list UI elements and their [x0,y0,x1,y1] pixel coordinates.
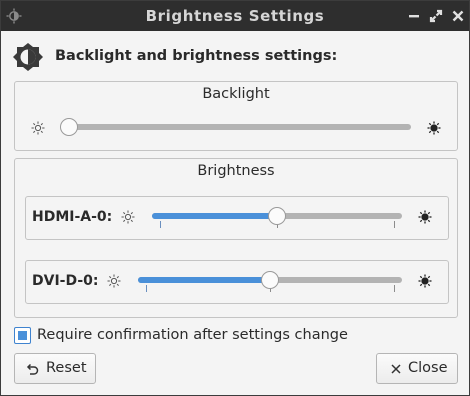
settings-heading: Backlight and brightness settings: [55,48,338,64]
output-row-dvi: DVI-D-0: [25,260,449,304]
confirmation-option[interactable]: Require confirmation after settings chan… [14,326,454,346]
confirmation-label[interactable]: Require confirmation after settings chan… [37,327,348,343]
slider-tick [394,221,395,228]
reset-button[interactable]: Reset [14,353,96,384]
checkbox-mark [18,331,27,340]
sun-high-icon [418,274,432,288]
close-window-icon[interactable] [449,7,467,25]
maximize-icon[interactable] [427,7,445,25]
window-title: Brightness Settings [145,7,325,25]
output-label: DVI-D-0: [32,273,99,289]
dvi-brightness-slider[interactable] [138,271,402,292]
output-label: HDMI-A-0: [32,209,113,225]
confirmation-checkbox[interactable] [14,327,31,344]
brightness-settings-window: Brightness Settings Backlight and bright… [0,0,470,396]
sun-high-icon [418,210,432,224]
reset-button-label: Reset [46,360,87,376]
undo-icon [26,363,39,375]
sun-low-icon [31,121,45,135]
close-icon [391,364,401,374]
settings-header: Backlight and brightness settings: [13,43,453,71]
backlight-frame: Backlight [14,81,458,151]
output-row-hdmi: HDMI-A-0: [25,196,449,240]
sun-high-icon [427,121,441,135]
minimize-icon[interactable] [405,7,423,25]
dvi-slider-handle[interactable] [261,271,279,289]
slider-tick [394,285,395,292]
brightness-icon [13,43,43,71]
backlight-slider[interactable] [60,118,411,136]
hdmi-slider-handle[interactable] [268,207,286,225]
hdmi-brightness-slider[interactable] [152,207,402,228]
backlight-slider-handle[interactable] [60,118,78,136]
hdmi-slider-fill [152,213,277,219]
dvi-slider-fill [138,277,270,283]
titlebar[interactable]: Brightness Settings [1,1,469,31]
brightness-frame: Brightness HDMI-A-0: DVI-D-0: [14,158,458,318]
close-button-label: Close [408,360,448,376]
sun-low-icon [121,210,135,224]
close-button[interactable]: Close [376,353,458,384]
slider-tick [146,285,147,292]
backlight-title: Backlight [202,86,270,102]
sun-low-icon [107,274,121,288]
brightness-title: Brightness [197,163,275,179]
slider-tick [160,221,161,228]
